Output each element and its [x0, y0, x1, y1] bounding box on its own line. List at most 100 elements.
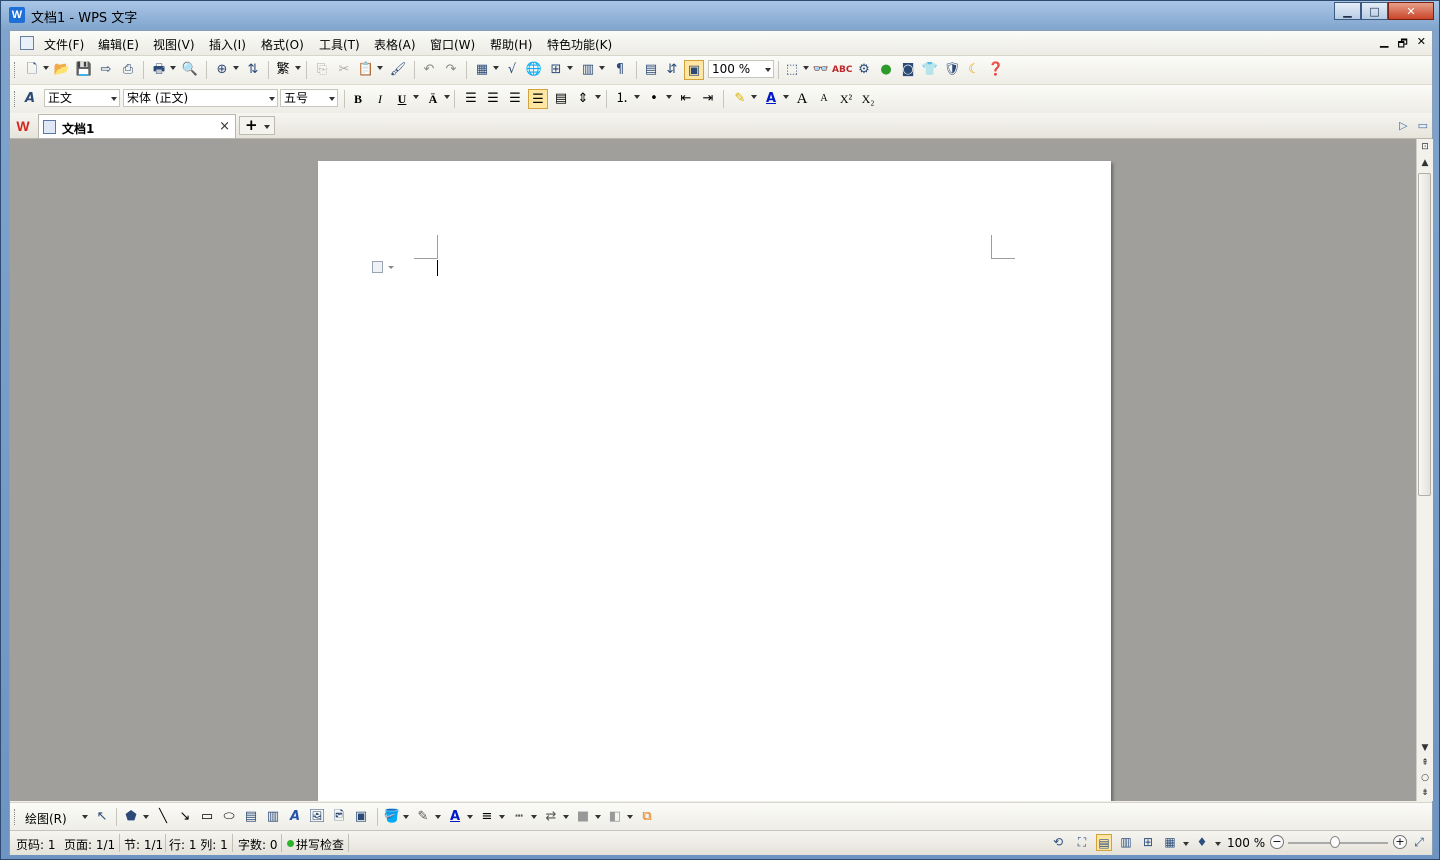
new-tab-button[interactable]: +	[239, 116, 275, 135]
zoom-in-icon[interactable]: +	[1393, 835, 1407, 849]
chevron-down-icon[interactable]	[269, 97, 275, 101]
toolbar-grip[interactable]	[14, 809, 18, 825]
scroll-down-icon[interactable]: ▼	[1419, 742, 1431, 754]
tab-scroll-icon[interactable]: ▷	[1399, 119, 1407, 132]
minimize-button[interactable]: ▁	[1334, 2, 1361, 20]
dash-style-dropdown-icon[interactable]	[531, 815, 537, 819]
page-view-toggle-icon[interactable]: ▣	[684, 60, 704, 80]
previous-page-icon[interactable]: ⇞	[1419, 757, 1431, 769]
scroll-up-icon[interactable]: ▲	[1419, 157, 1431, 169]
columns-icon[interactable]: ▥	[578, 60, 598, 80]
superscript-button[interactable]: X²	[836, 89, 856, 109]
full-screen-view-icon[interactable]: ⛶	[1074, 834, 1090, 851]
paste-icon[interactable]: 📋	[356, 60, 376, 80]
italic-button[interactable]: I	[370, 89, 390, 109]
text-direction-icon[interactable]: ⇵	[662, 60, 682, 80]
task-pane-icon[interactable]: ▭	[1418, 119, 1428, 132]
status-zoom-value[interactable]: 100 %	[1227, 836, 1265, 850]
autoshapes-dropdown-icon[interactable]	[143, 815, 149, 819]
draw-font-color-dropdown-icon[interactable]	[467, 815, 473, 819]
underline-button[interactable]: U	[392, 89, 412, 109]
menu-insert[interactable]: 插入(I)	[209, 36, 246, 53]
line-style-icon[interactable]: ≡	[477, 807, 497, 827]
arrow-style-dropdown-icon[interactable]	[563, 815, 569, 819]
mdi-restore-button[interactable]: 🗗	[1397, 35, 1407, 54]
bullets-icon[interactable]: •	[644, 89, 664, 109]
help-icon[interactable]: ❓	[986, 60, 1006, 80]
eye-protection-dropdown-icon[interactable]	[1215, 842, 1221, 846]
zoom-slider-thumb[interactable]	[1330, 836, 1340, 848]
styles-panel-icon[interactable]: A	[20, 89, 40, 109]
rectangle-icon[interactable]: ▭	[197, 807, 217, 827]
highlight-icon[interactable]: ✎	[730, 89, 750, 109]
menu-tools[interactable]: 工具(T)	[319, 36, 360, 53]
draw-font-color-icon[interactable]: A	[445, 807, 465, 827]
chevron-down-icon[interactable]	[264, 125, 270, 129]
insert-table-icon[interactable]: ▦	[472, 60, 492, 80]
line-style-dropdown-icon[interactable]	[499, 815, 505, 819]
menu-edit[interactable]: 编辑(E)	[98, 36, 139, 53]
status-page-count[interactable]: 页面: 1/1	[64, 836, 115, 853]
insert-chart-icon[interactable]: ▣	[351, 807, 371, 827]
insert-dropdown-icon[interactable]	[233, 66, 239, 70]
wordart-icon[interactable]: A	[285, 807, 305, 827]
style-combo[interactable]: 正文	[44, 89, 120, 107]
spell-check-toggle[interactable]: 拼写检查	[296, 836, 344, 853]
document-page[interactable]	[318, 161, 1111, 801]
backup-icon[interactable]: ◙	[898, 60, 918, 80]
align-left-icon[interactable]: ☰	[461, 89, 481, 109]
close-button[interactable]: ✕	[1388, 2, 1434, 20]
chevron-down-icon[interactable]	[765, 68, 771, 72]
autoshapes-icon[interactable]: ⬟	[121, 807, 141, 827]
font-combo[interactable]: 宋体 (正文)	[123, 89, 278, 107]
next-page-icon[interactable]: ⇟	[1419, 787, 1431, 799]
print-dropdown-icon[interactable]	[170, 66, 176, 70]
select-dropdown-icon[interactable]	[803, 66, 809, 70]
dash-style-icon[interactable]: ┅	[509, 807, 529, 827]
justify-icon[interactable]: ☰	[528, 89, 548, 109]
new-dropdown-icon[interactable]	[43, 66, 49, 70]
insert-picture-icon[interactable]: 🖼	[307, 807, 327, 827]
insert-page-icon[interactable]: ⊕	[212, 60, 232, 80]
online-template-icon[interactable]: ●	[876, 60, 896, 80]
page-break-icon[interactable]: ⇅	[243, 60, 263, 80]
text-effects-button[interactable]: Ä	[423, 89, 443, 109]
cut-icon[interactable]: ✂	[334, 60, 354, 80]
draw-menu-button[interactable]: 绘图(R)	[25, 810, 67, 827]
save-icon[interactable]: 💾	[74, 60, 94, 80]
page-view-icon[interactable]: ▤	[1096, 834, 1112, 851]
document-menu-icon[interactable]	[20, 36, 34, 50]
columns-dropdown-icon[interactable]	[599, 66, 605, 70]
insert-clipart-icon[interactable]: 🖻	[329, 807, 349, 827]
font-size-combo[interactable]: 五号	[280, 89, 338, 107]
eye-protection-icon[interactable]: ♦	[1194, 834, 1210, 851]
traditional-dropdown-icon[interactable]	[295, 66, 301, 70]
horizontal-text-box-icon[interactable]: ▤	[241, 807, 261, 827]
menu-view[interactable]: 视图(V)	[153, 36, 195, 53]
line-icon[interactable]: ╲	[153, 807, 173, 827]
toolbar-grip[interactable]	[14, 62, 18, 78]
show-marks-icon[interactable]: ¶	[610, 60, 630, 80]
ruler-toggle-icon[interactable]: ⊡	[1419, 141, 1431, 153]
select-objects-icon[interactable]: ⬚	[782, 60, 802, 80]
export-pdf-icon[interactable]: ⎙	[118, 60, 138, 80]
line-color-icon[interactable]: ✎	[413, 807, 433, 827]
table-dropdown-icon[interactable]	[493, 66, 499, 70]
increase-indent-icon[interactable]: ⇥	[698, 89, 718, 109]
highlight-dropdown-icon[interactable]	[751, 95, 757, 99]
print-preview-icon[interactable]: 🔍	[180, 60, 200, 80]
menu-table[interactable]: 表格(A)	[374, 36, 416, 53]
scroll-thumb[interactable]	[1418, 173, 1431, 496]
redo-icon[interactable]: ↷	[441, 60, 461, 80]
skin-icon[interactable]: 👕	[920, 60, 940, 80]
paragraph-layout-icon[interactable]	[372, 261, 383, 273]
menu-format[interactable]: 格式(O)	[261, 36, 304, 53]
text-effects-dropdown-icon[interactable]	[444, 95, 450, 99]
shadow-style-dropdown-icon[interactable]	[595, 815, 601, 819]
export-icon[interactable]: ⇨	[96, 60, 116, 80]
arrow-style-icon[interactable]: ⇄	[541, 807, 561, 827]
3d-style-icon[interactable]: ◧	[605, 807, 625, 827]
mdi-minimize-button[interactable]: ▁	[1380, 35, 1388, 54]
print-icon[interactable]: 🖶	[149, 60, 169, 80]
table-grid-dropdown-icon[interactable]	[567, 66, 573, 70]
